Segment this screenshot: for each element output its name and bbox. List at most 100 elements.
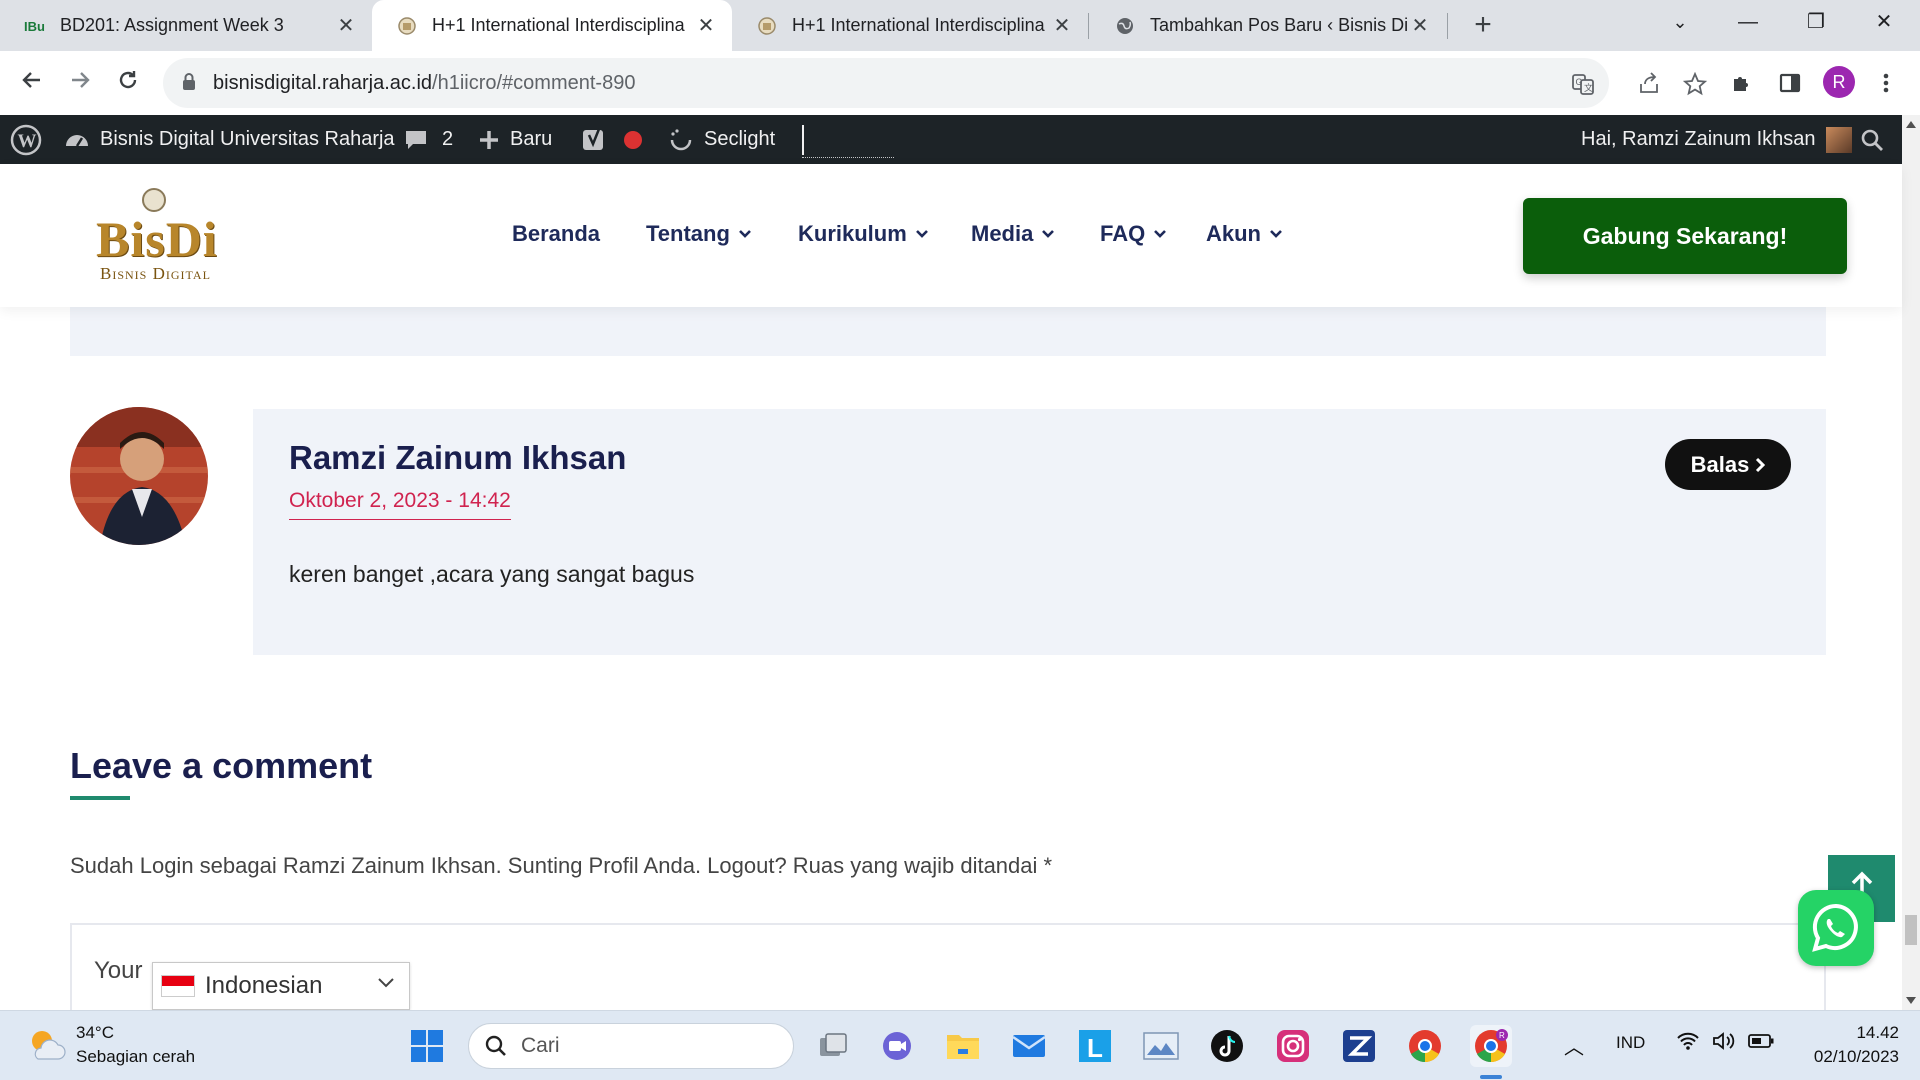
leave-comment-heading: Leave a comment: [70, 745, 373, 786]
active-app-indicator: [1480, 1075, 1502, 1079]
close-tab-icon[interactable]: ✕: [334, 13, 358, 38]
reply-label: Balas: [1690, 451, 1750, 477]
seclight-link[interactable]: Seclight: [668, 115, 775, 164]
close-tab-icon[interactable]: ✕: [694, 13, 718, 38]
restore-icon[interactable]: ❐: [1786, 0, 1846, 44]
nav-label: Akun: [1206, 221, 1261, 246]
nav-media[interactable]: Media: [971, 221, 1055, 247]
wordpress-logo-icon[interactable]: W: [10, 115, 42, 164]
language-label: Indonesian: [205, 972, 323, 999]
forward-arrow-icon[interactable]: [62, 65, 98, 101]
taskbar-search-input[interactable]: Cari: [468, 1023, 794, 1069]
mail-icon[interactable]: [1008, 1025, 1050, 1067]
dashboard-gauge-icon: [64, 127, 90, 153]
language-selector[interactable]: Indonesian: [152, 962, 410, 1010]
plus-icon: [478, 129, 500, 151]
nav-faq[interactable]: FAQ: [1100, 221, 1167, 247]
svg-text:W: W: [18, 131, 37, 152]
zepeto-z-icon[interactable]: [1338, 1025, 1380, 1067]
chrome-icon[interactable]: [1404, 1025, 1446, 1067]
ibu-icon: IBu: [24, 15, 46, 37]
tiktok-icon[interactable]: [1206, 1025, 1248, 1067]
search-icon[interactable]: [1860, 115, 1884, 164]
comments-link[interactable]: 2: [404, 115, 453, 164]
reload-icon[interactable]: [110, 65, 146, 101]
photo-viewer-icon[interactable]: [1140, 1025, 1182, 1067]
file-explorer-icon[interactable]: [942, 1025, 984, 1067]
new-tab-button[interactable]: +: [1466, 8, 1500, 42]
input-language[interactable]: IND: [1616, 1033, 1645, 1053]
close-window-icon[interactable]: ✕: [1854, 0, 1914, 44]
page-scrollbar[interactable]: [1902, 115, 1920, 1010]
yoast-seo-icon[interactable]: [582, 115, 608, 164]
address-bar[interactable]: bisnisdigital.raharja.ac.id/h1iicro/#com…: [163, 58, 1707, 108]
nav-tentang[interactable]: Tentang: [646, 221, 752, 247]
clock-time[interactable]: 14.42: [1825, 1023, 1899, 1043]
chrome-profile-icon[interactable]: R: [1470, 1025, 1512, 1067]
wifi-icon[interactable]: [1676, 1031, 1700, 1056]
l-app-icon[interactable]: L: [1074, 1025, 1116, 1067]
greeting: Hai, Ramzi Zainum Ikhsan: [1581, 128, 1816, 150]
back-arrow-icon[interactable]: [14, 65, 50, 101]
task-view-icon[interactable]: [812, 1025, 854, 1067]
close-tab-icon[interactable]: ✕: [1408, 13, 1432, 38]
comment-date-link[interactable]: Oktober 2, 2023 - 14:42: [289, 489, 511, 520]
url-text: bisnisdigital.raharja.ac.id/h1iicro/#com…: [213, 72, 635, 95]
weather-partly-sunny-icon[interactable]: [26, 1025, 66, 1065]
new-content-link[interactable]: Baru: [478, 115, 552, 164]
volume-icon[interactable]: [1712, 1031, 1736, 1056]
logo-wordmark: BisDi: [96, 211, 218, 267]
more-menu-icon[interactable]: [1868, 65, 1904, 101]
site-name-link[interactable]: Bisnis Digital Universitas Raharja: [64, 115, 395, 164]
start-windows-icon[interactable]: [406, 1025, 448, 1067]
indonesia-flag-icon: [161, 975, 195, 997]
show-hidden-icons-chevron-up-icon[interactable]: ︿: [1564, 1031, 1584, 1060]
clock-date[interactable]: 02/10/2023: [1785, 1047, 1899, 1067]
admin-search-field[interactable]: [802, 115, 894, 164]
whatsapp-chat-button[interactable]: [1798, 890, 1874, 966]
browser-tab-3[interactable]: H+1 International Interdisciplina ✕: [732, 0, 1088, 51]
loading-spinner-icon: [668, 127, 694, 153]
scroll-up-icon[interactable]: [1906, 121, 1916, 128]
chevron-down-icon: [1269, 229, 1283, 239]
extensions-puzzle-icon[interactable]: [1724, 65, 1760, 101]
site-logo[interactable]: BisDi Bisnis Digital: [96, 188, 236, 284]
site-header: BisDi Bisnis Digital Beranda Tentang Kur…: [0, 164, 1902, 307]
instagram-icon[interactable]: [1272, 1025, 1314, 1067]
comment-author[interactable]: Ramzi Zainum Ikhsan: [289, 439, 626, 477]
browser-toolbar: bisnisdigital.raharja.ac.id/h1iicro/#com…: [0, 51, 1920, 115]
lock-icon[interactable]: [181, 72, 197, 97]
nav-beranda[interactable]: Beranda: [512, 221, 600, 247]
seo-status-dot-icon: [624, 115, 642, 164]
bookmark-star-icon[interactable]: [1681, 70, 1709, 98]
minimize-icon[interactable]: —: [1718, 0, 1778, 44]
nav-kurikulum[interactable]: Kurikulum: [798, 221, 929, 247]
teams-chat-icon[interactable]: [876, 1025, 918, 1067]
comment-text: keren banget ,acara yang sangat bagus: [289, 561, 695, 587]
share-icon[interactable]: [1635, 70, 1663, 98]
comment-bubble-icon: [404, 128, 428, 152]
scrollbar-thumb[interactable]: [1905, 915, 1917, 945]
browser-tab-2[interactable]: H+1 International Interdisciplina ✕: [372, 0, 732, 51]
browser-tab-strip: IBu BD201: Assignment Week 3 ✕ H+1 Inter…: [0, 0, 1920, 51]
weather-temperature[interactable]: 34°C: [76, 1023, 114, 1043]
nav-akun[interactable]: Akun: [1206, 221, 1283, 247]
logo-tagline: Bisnis Digital: [100, 264, 211, 283]
side-panel-icon[interactable]: [1772, 65, 1808, 101]
svg-text:L: L: [1087, 1033, 1103, 1063]
svg-text:G: G: [1576, 77, 1583, 87]
reply-button[interactable]: Balas: [1665, 439, 1791, 490]
battery-icon[interactable]: [1748, 1033, 1774, 1054]
browser-tab-4[interactable]: Tambahkan Pos Baru ‹ Bisnis Dig ✕: [1090, 0, 1446, 51]
weather-description[interactable]: Sebagian cerah: [76, 1047, 195, 1067]
translate-icon[interactable]: G文: [1569, 70, 1597, 98]
chevron-down-icon: [738, 229, 752, 239]
scroll-down-icon[interactable]: [1906, 997, 1916, 1004]
browser-tab-1[interactable]: IBu BD201: Assignment Week 3 ✕: [0, 0, 372, 51]
comment-card: Ramzi Zainum Ikhsan Oktober 2, 2023 - 14…: [253, 409, 1826, 655]
my-account-link[interactable]: Hai, Ramzi Zainum Ikhsan: [1581, 115, 1852, 164]
close-tab-icon[interactable]: ✕: [1050, 13, 1074, 38]
tab-search-chevron-icon[interactable]: ⌄: [1650, 0, 1710, 44]
profile-avatar[interactable]: R: [1823, 66, 1855, 98]
join-now-button[interactable]: Gabung Sekarang!: [1523, 198, 1847, 274]
